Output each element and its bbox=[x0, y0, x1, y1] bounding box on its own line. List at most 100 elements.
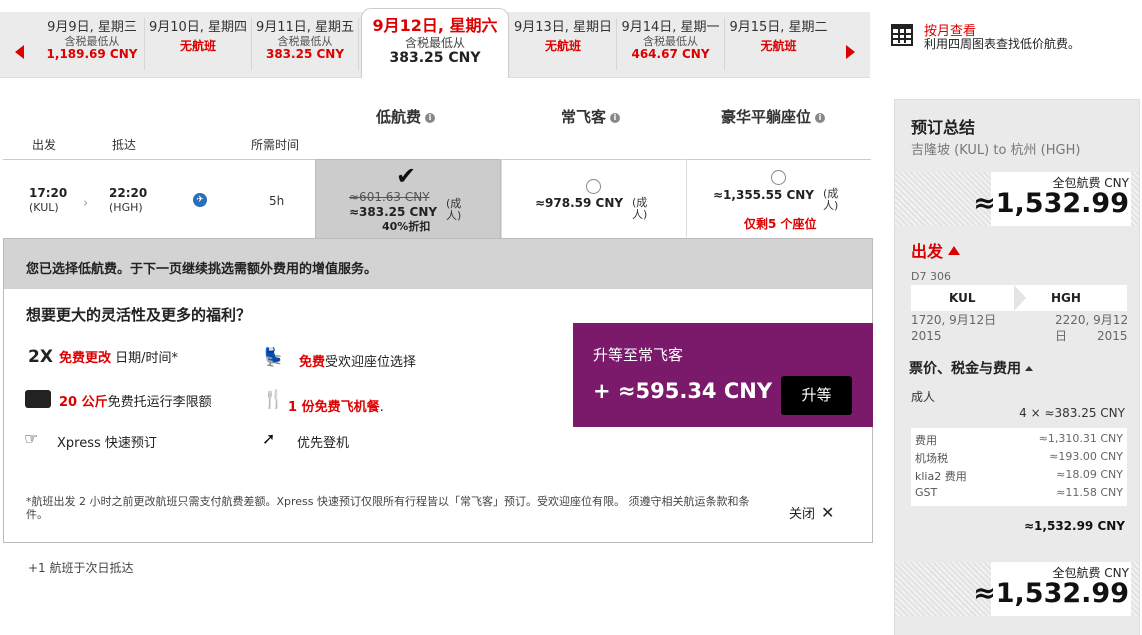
plane-icon[interactable]: ✈ bbox=[193, 193, 207, 207]
date-label: 9月14日, 星期一 bbox=[621, 20, 720, 35]
discount-label: 40%折扣 bbox=[382, 220, 431, 233]
flight-number: D7 306 bbox=[911, 270, 951, 283]
benefit-seat: 免费受欢迎座位选择 bbox=[299, 351, 416, 370]
depart-time: 17:20 bbox=[29, 186, 68, 200]
arrow-left-icon[interactable] bbox=[15, 45, 24, 59]
fare-heading-frequent: 常飞客 i bbox=[561, 106, 621, 127]
month-view-link[interactable]: 按月查看 利用四周图表查找低价航费。 bbox=[888, 20, 1118, 60]
fees-title: 票价、税金与费用 bbox=[909, 361, 1021, 377]
departure-toggle[interactable]: 出发 bbox=[911, 238, 961, 262]
arrow-right-icon[interactable] bbox=[846, 45, 855, 59]
checkmark-icon: ✔ bbox=[396, 162, 417, 190]
leg-from-time: 1720, 9月12日 bbox=[911, 313, 997, 327]
fee-label: 机场税 bbox=[915, 452, 948, 465]
benefit-change-text: 日期/时间* bbox=[115, 351, 178, 366]
date-status: 无航班 bbox=[179, 39, 216, 53]
benefit-change: 2X 免费更改 日期/时间* bbox=[28, 347, 178, 367]
triangle-up-icon bbox=[948, 246, 961, 255]
close-icon[interactable]: ✕ bbox=[821, 503, 834, 522]
fee-row: 机场税 ≈193.00 CNY bbox=[915, 450, 1123, 466]
upsell-panel: 您已选择低航费。于下一页继续挑选需额外费用的增值服务。 想要更大的灵活性及更多的… bbox=[3, 238, 873, 543]
benefit-change-multiplier: 2X bbox=[28, 347, 53, 367]
fare-price: ≈1,355.55 CNY bbox=[713, 188, 814, 202]
fee-value: ≈11.58 CNY bbox=[1056, 486, 1123, 499]
fare-heading-premium: 豪华平躺座位 i bbox=[721, 106, 826, 127]
fare-option-low-selected[interactable]: ✔ ≈601.63 CNY ≈383.25 CNY (成人) 40%折扣 bbox=[315, 159, 501, 239]
flight-duration: 5h bbox=[269, 194, 285, 208]
date-label: 9月15日, 星期二 bbox=[729, 20, 828, 35]
date-sub: 含税最低从 bbox=[643, 35, 698, 48]
triangle-up-icon bbox=[1025, 366, 1033, 371]
fare-heading-premium-label: 豪华平躺座位 bbox=[721, 108, 812, 126]
date-label: 9月12日, 星期六 bbox=[372, 16, 498, 35]
date-tab[interactable]: 9月15日, 星期二 无航班 bbox=[725, 18, 832, 70]
benefit-baggage-highlight: 20 公斤 bbox=[59, 395, 108, 410]
date-label: 9月9日, 星期三 bbox=[47, 20, 137, 35]
benefit-change-highlight: 免费更改 bbox=[58, 351, 111, 366]
total-value: ≈1,532.99 bbox=[973, 578, 1129, 609]
info-icon[interactable]: i bbox=[425, 113, 436, 123]
leg-from: KUL bbox=[949, 291, 976, 305]
date-tab[interactable]: 9月14日, 星期一 含税最低从 464.67 CNY bbox=[617, 18, 725, 70]
column-duration: 所需时间 bbox=[251, 138, 300, 152]
upsell-header-text: 您已选择低航费。于下一页继续挑选需额外费用的增值服务。 bbox=[26, 262, 378, 277]
fee-sum: ≈1,532.99 CNY bbox=[1024, 519, 1125, 533]
date-sub: 含税最低从 bbox=[64, 35, 120, 48]
fare-option-frequent[interactable]: ≈978.59 CNY (成人) bbox=[501, 159, 686, 238]
benefit-seat-highlight: 免费 bbox=[299, 355, 326, 370]
upgrade-box: 升等至常飞客 + ≈595.34 CNY 升等 bbox=[573, 323, 873, 427]
date-price: 464.67 CNY bbox=[631, 47, 710, 61]
date-strip: 9月9日, 星期三 含税最低从 1,189.69 CNY 9月10日, 星期四 … bbox=[0, 0, 1142, 78]
date-tab[interactable]: 9月9日, 星期三 含税最低从 1,189.69 CNY bbox=[40, 18, 145, 70]
arrive-time: 22:20 bbox=[109, 186, 148, 200]
info-icon[interactable]: i bbox=[610, 113, 621, 123]
benefit-meal: 1 份免费飞机餐. bbox=[288, 396, 384, 415]
date-status: 无航班 bbox=[760, 39, 797, 53]
leg-box: KUL HGH bbox=[911, 285, 1127, 311]
fare-radio[interactable] bbox=[771, 170, 786, 185]
benefit-baggage-text: 免费托运行李限额 bbox=[107, 395, 212, 410]
info-icon[interactable]: i bbox=[815, 113, 826, 123]
suitcase-icon bbox=[25, 390, 51, 408]
fare-price: ≈978.59 CNY bbox=[535, 196, 624, 210]
date-label: 9月11日, 星期五 bbox=[255, 20, 355, 35]
close-button[interactable]: 关闭 ✕ bbox=[789, 503, 834, 522]
fee-value: ≈1,310.31 CNY bbox=[1038, 432, 1123, 445]
date-sub: 含税最低从 bbox=[404, 36, 465, 50]
departure-label: 出发 bbox=[911, 242, 944, 261]
arrow-right-icon bbox=[1014, 285, 1026, 311]
original-price: ≈601.63 CNY bbox=[349, 190, 430, 204]
fare-radio[interactable] bbox=[586, 179, 601, 194]
date-tab-selected[interactable]: 9月12日, 星期六 含税最低从 383.25 CNY bbox=[361, 8, 509, 78]
cursor-click-icon: ☞ bbox=[24, 429, 39, 448]
fare-price: ≈383.25 CNY bbox=[349, 205, 438, 219]
fee-label: 费用 bbox=[915, 434, 937, 447]
passenger-type: (成人) bbox=[632, 196, 648, 221]
benefit-baggage: 20 公斤免费托运行李限额 bbox=[59, 391, 212, 410]
fare-option-premium[interactable]: ≈1,355.55 CNY (成人) 仅剩5 个座位 bbox=[686, 159, 871, 238]
total-box-bottom: 全包航费 CNY ≈1,532.99 bbox=[895, 562, 1139, 616]
summary-title: 预订总结 bbox=[911, 118, 976, 137]
date-tab[interactable]: 9月11日, 星期五 含税最低从 383.25 CNY bbox=[252, 18, 359, 70]
fare-heading-frequent-label: 常飞客 bbox=[561, 108, 607, 126]
benefit-meal-highlight: 1 份免费飞机餐 bbox=[288, 400, 380, 415]
fee-row: klia2 费用 ≈18.09 CNY bbox=[915, 468, 1123, 484]
passenger-type: (成人) bbox=[823, 187, 839, 212]
benefit-boarding: 优先登机 bbox=[297, 436, 350, 451]
total-box: 全包航费 CNY ≈1,532.99 bbox=[895, 172, 1139, 226]
leg-from-year: 2015 bbox=[911, 329, 942, 343]
depart-code: (KUL) bbox=[29, 201, 59, 214]
fee-value: ≈18.09 CNY bbox=[1056, 468, 1123, 481]
upgrade-title: 升等至常飞客 bbox=[593, 346, 684, 364]
benefit-meal-text: . bbox=[379, 400, 384, 415]
date-tab[interactable]: 9月10日, 星期四 无航班 bbox=[145, 18, 252, 70]
date-price: 383.25 CNY bbox=[389, 50, 481, 66]
summary-route: 吉隆坡 (KUL) to 杭州 (HGH) bbox=[911, 143, 1081, 158]
column-depart: 出发 bbox=[32, 138, 57, 152]
passenger-type: (成人) bbox=[446, 197, 462, 222]
date-tab[interactable]: 9月13日, 星期日 无航班 bbox=[510, 18, 617, 70]
fees-toggle[interactable]: 票价、税金与费用 bbox=[909, 358, 1033, 378]
passenger-adult: 成人 bbox=[911, 390, 936, 404]
upsell-title: 想要更大的灵活性及更多的福利？ bbox=[26, 306, 252, 324]
upgrade-button[interactable]: 升等 bbox=[781, 376, 852, 415]
